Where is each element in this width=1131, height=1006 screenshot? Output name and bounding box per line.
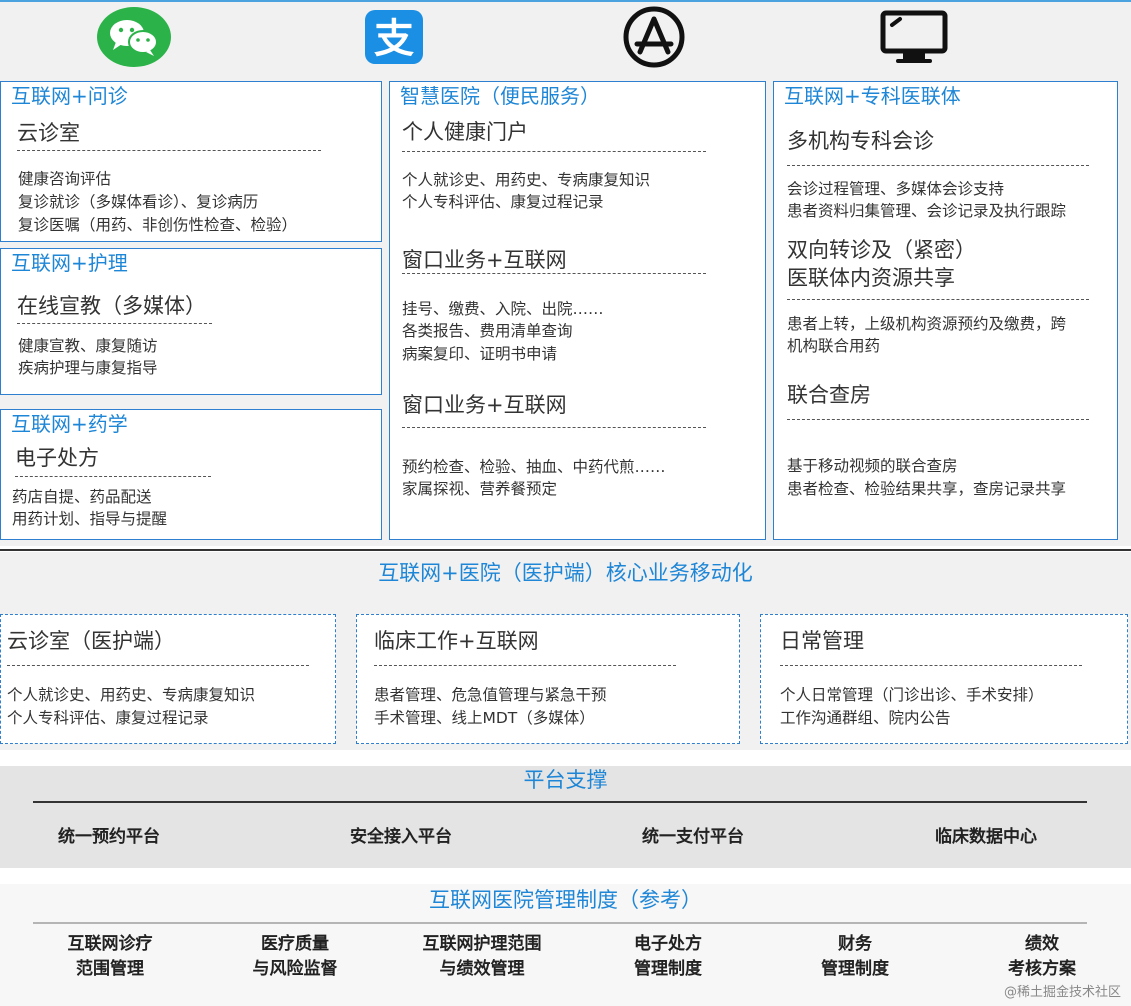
divider [374, 665, 676, 666]
system-item: 绩效 考核方案 [962, 932, 1122, 982]
divider [402, 151, 706, 152]
divider [402, 427, 706, 428]
box-title: 互联网+药学 [11, 412, 128, 436]
sub-title: 窗口业务+互联网 [402, 393, 567, 417]
desc-line: 个人专科评估、康复过程记录 [402, 193, 604, 211]
divider [787, 419, 1089, 420]
desc-line: 患者资料归集管理、会诊记录及执行跟踪 [787, 202, 1067, 220]
system-item-line: 医疗质量 [261, 934, 329, 954]
smart-hospital-box: 智慧医院（便民服务） 个人健康门户 个人就诊史、用药史、专病康复知识 个人专科评… [389, 81, 766, 540]
platform-section-title: 平台支撑 [523, 768, 608, 792]
system-item-line: 电子处方 [634, 934, 702, 954]
divider [15, 476, 211, 477]
desc-line: 患者上转，上级机构资源预约及缴费，跨 [787, 315, 1067, 333]
desc-line: 预约检查、检验、抽血、中药代煎…… [402, 458, 666, 476]
system-item-line: 与风险监督 [252, 959, 338, 979]
system-item: 互联网护理范围 与绩效管理 [402, 932, 562, 982]
system-rule [33, 922, 1087, 924]
divider [402, 273, 706, 274]
desc-line: 基于移动视频的联合查房 [787, 457, 958, 475]
system-item-line: 互联网护理范围 [422, 934, 542, 954]
desc-line: 工作沟通群组、院内公告 [780, 709, 951, 727]
watermark: @稀土掘金技术社区 [1003, 985, 1121, 1000]
system-item-line: 绩效 [1025, 934, 1059, 954]
divider [7, 665, 309, 666]
sub-title: 在线宣教（多媒体） [17, 294, 206, 318]
desc-line: 病案复印、证明书申请 [402, 345, 558, 363]
system-item-line: 管理制度 [634, 959, 702, 979]
system-item: 互联网诊疗 范围管理 [30, 932, 190, 982]
divider [787, 165, 1089, 166]
desc-line: 用药计划、指导与提醒 [12, 510, 168, 528]
system-item-line: 管理制度 [821, 959, 889, 979]
desc-line: 家属探视、营养餐预定 [402, 480, 558, 498]
core-card-cloud-clinic: 云诊室（医护端） 个人就诊史、用药史、专病康复知识 个人专科评估、康复过程记录 [0, 614, 336, 744]
desc-line: 机构联合用药 [787, 337, 881, 355]
system-item-line: 互联网诊疗 [67, 934, 153, 954]
desc-line: 复诊医嘱（用药、非创伤性检查、检验） [18, 216, 298, 234]
internet-consultation-box: 互联网+问诊 云诊室 健康咨询评估 复诊就诊（多媒体看诊）、复诊病历 复诊医嘱（… [0, 81, 382, 242]
system-item-line: 与绩效管理 [439, 959, 525, 979]
desc-line: 药店自提、药品配送 [12, 488, 152, 506]
desc-line: 个人日常管理（门诊出诊、手术安排） [780, 686, 1044, 704]
system-item-line: 考核方案 [1008, 959, 1076, 979]
sub-title: 医联体内资源共享 [787, 266, 955, 290]
box-title: 智慧医院（便民服务） [400, 84, 600, 108]
desc-line: 各类报告、费用清单查询 [402, 322, 573, 340]
sub-title: 双向转诊及（紧密） [787, 238, 976, 262]
desc-line: 个人专科评估、康复过程记录 [7, 709, 209, 727]
sub-title: 临床工作+互联网 [374, 629, 539, 653]
sub-title: 云诊室 [17, 121, 80, 145]
alipay-glyph: 支 [374, 16, 414, 62]
desc-line: 患者管理、危急值管理与紧急干预 [374, 686, 607, 704]
sub-title: 窗口业务+互联网 [402, 248, 567, 272]
wechat-icon [96, 6, 172, 68]
platform-item: 统一预约平台 [58, 827, 160, 847]
desc-line: 挂号、缴费、入院、出院…… [402, 300, 604, 318]
box-title: 互联网+专科医联体 [784, 84, 961, 108]
alipay-icon: 支 [356, 6, 432, 68]
divider [17, 150, 321, 151]
box-title: 互联网+问诊 [11, 84, 128, 108]
platform-item: 临床数据中心 [935, 827, 1037, 847]
desc-line: 个人就诊史、用药史、专病康复知识 [402, 171, 651, 189]
sub-title: 个人健康门户 [402, 120, 528, 144]
sub-title: 云诊室（医护端） [7, 629, 175, 653]
desc-line: 健康咨询评估 [18, 170, 112, 188]
system-section-title: 互联网医院管理制度（参考） [429, 888, 702, 912]
system-item: 电子处方 管理制度 [588, 932, 748, 982]
internet-nursing-box: 互联网+护理 在线宣教（多媒体） 健康宣教、康复随访 疾病护理与康复指导 [0, 248, 382, 395]
specialty-alliance-box: 互联网+专科医联体 多机构专科会诊 会诊过程管理、多媒体会诊支持 患者资料归集管… [773, 81, 1118, 540]
divider [17, 323, 212, 324]
desc-line: 手术管理、线上MDT（多媒体） [374, 709, 595, 727]
desc-line: 健康宣教、康复随访 [18, 337, 158, 355]
sub-title: 多机构专科会诊 [787, 129, 934, 153]
desktop-monitor-icon [876, 6, 952, 68]
core-section-title: 互联网+医院（医护端）核心业务移动化 [378, 561, 753, 585]
desc-line: 复诊就诊（多媒体看诊）、复诊病历 [18, 193, 259, 211]
sub-title: 联合查房 [787, 383, 871, 407]
sub-title: 电子处方 [15, 446, 99, 470]
divider [780, 665, 1082, 666]
box-title: 互联网+护理 [11, 251, 128, 275]
internet-pharmacy-box: 互联网+药学 电子处方 药店自提、药品配送 用药计划、指导与提醒 [0, 409, 382, 540]
section-separator [0, 549, 1131, 551]
system-item-line: 范围管理 [76, 959, 144, 979]
desc-line: 会诊过程管理、多媒体会诊支持 [787, 180, 1005, 198]
core-card-daily-management: 日常管理 个人日常管理（门诊出诊、手术安排） 工作沟通群组、院内公告 [760, 614, 1128, 744]
top-accent-line [0, 0, 1131, 2]
system-item: 医疗质量 与风险监督 [215, 932, 375, 982]
divider [787, 299, 1089, 300]
sub-title: 日常管理 [780, 629, 864, 653]
platform-item: 安全接入平台 [350, 827, 452, 847]
platform-rule [33, 801, 1087, 803]
app-store-icon [616, 6, 692, 68]
desc-line: 疾病护理与康复指导 [18, 359, 158, 377]
platform-item: 统一支付平台 [642, 827, 744, 847]
desc-line: 患者检查、检验结果共享，查房记录共享 [787, 480, 1067, 498]
desc-line: 个人就诊史、用药史、专病康复知识 [7, 686, 256, 704]
system-item: 财务 管理制度 [775, 932, 935, 982]
core-card-clinical-work: 临床工作+互联网 患者管理、危急值管理与紧急干预 手术管理、线上MDT（多媒体） [356, 614, 740, 744]
system-item-line: 财务 [838, 934, 872, 954]
